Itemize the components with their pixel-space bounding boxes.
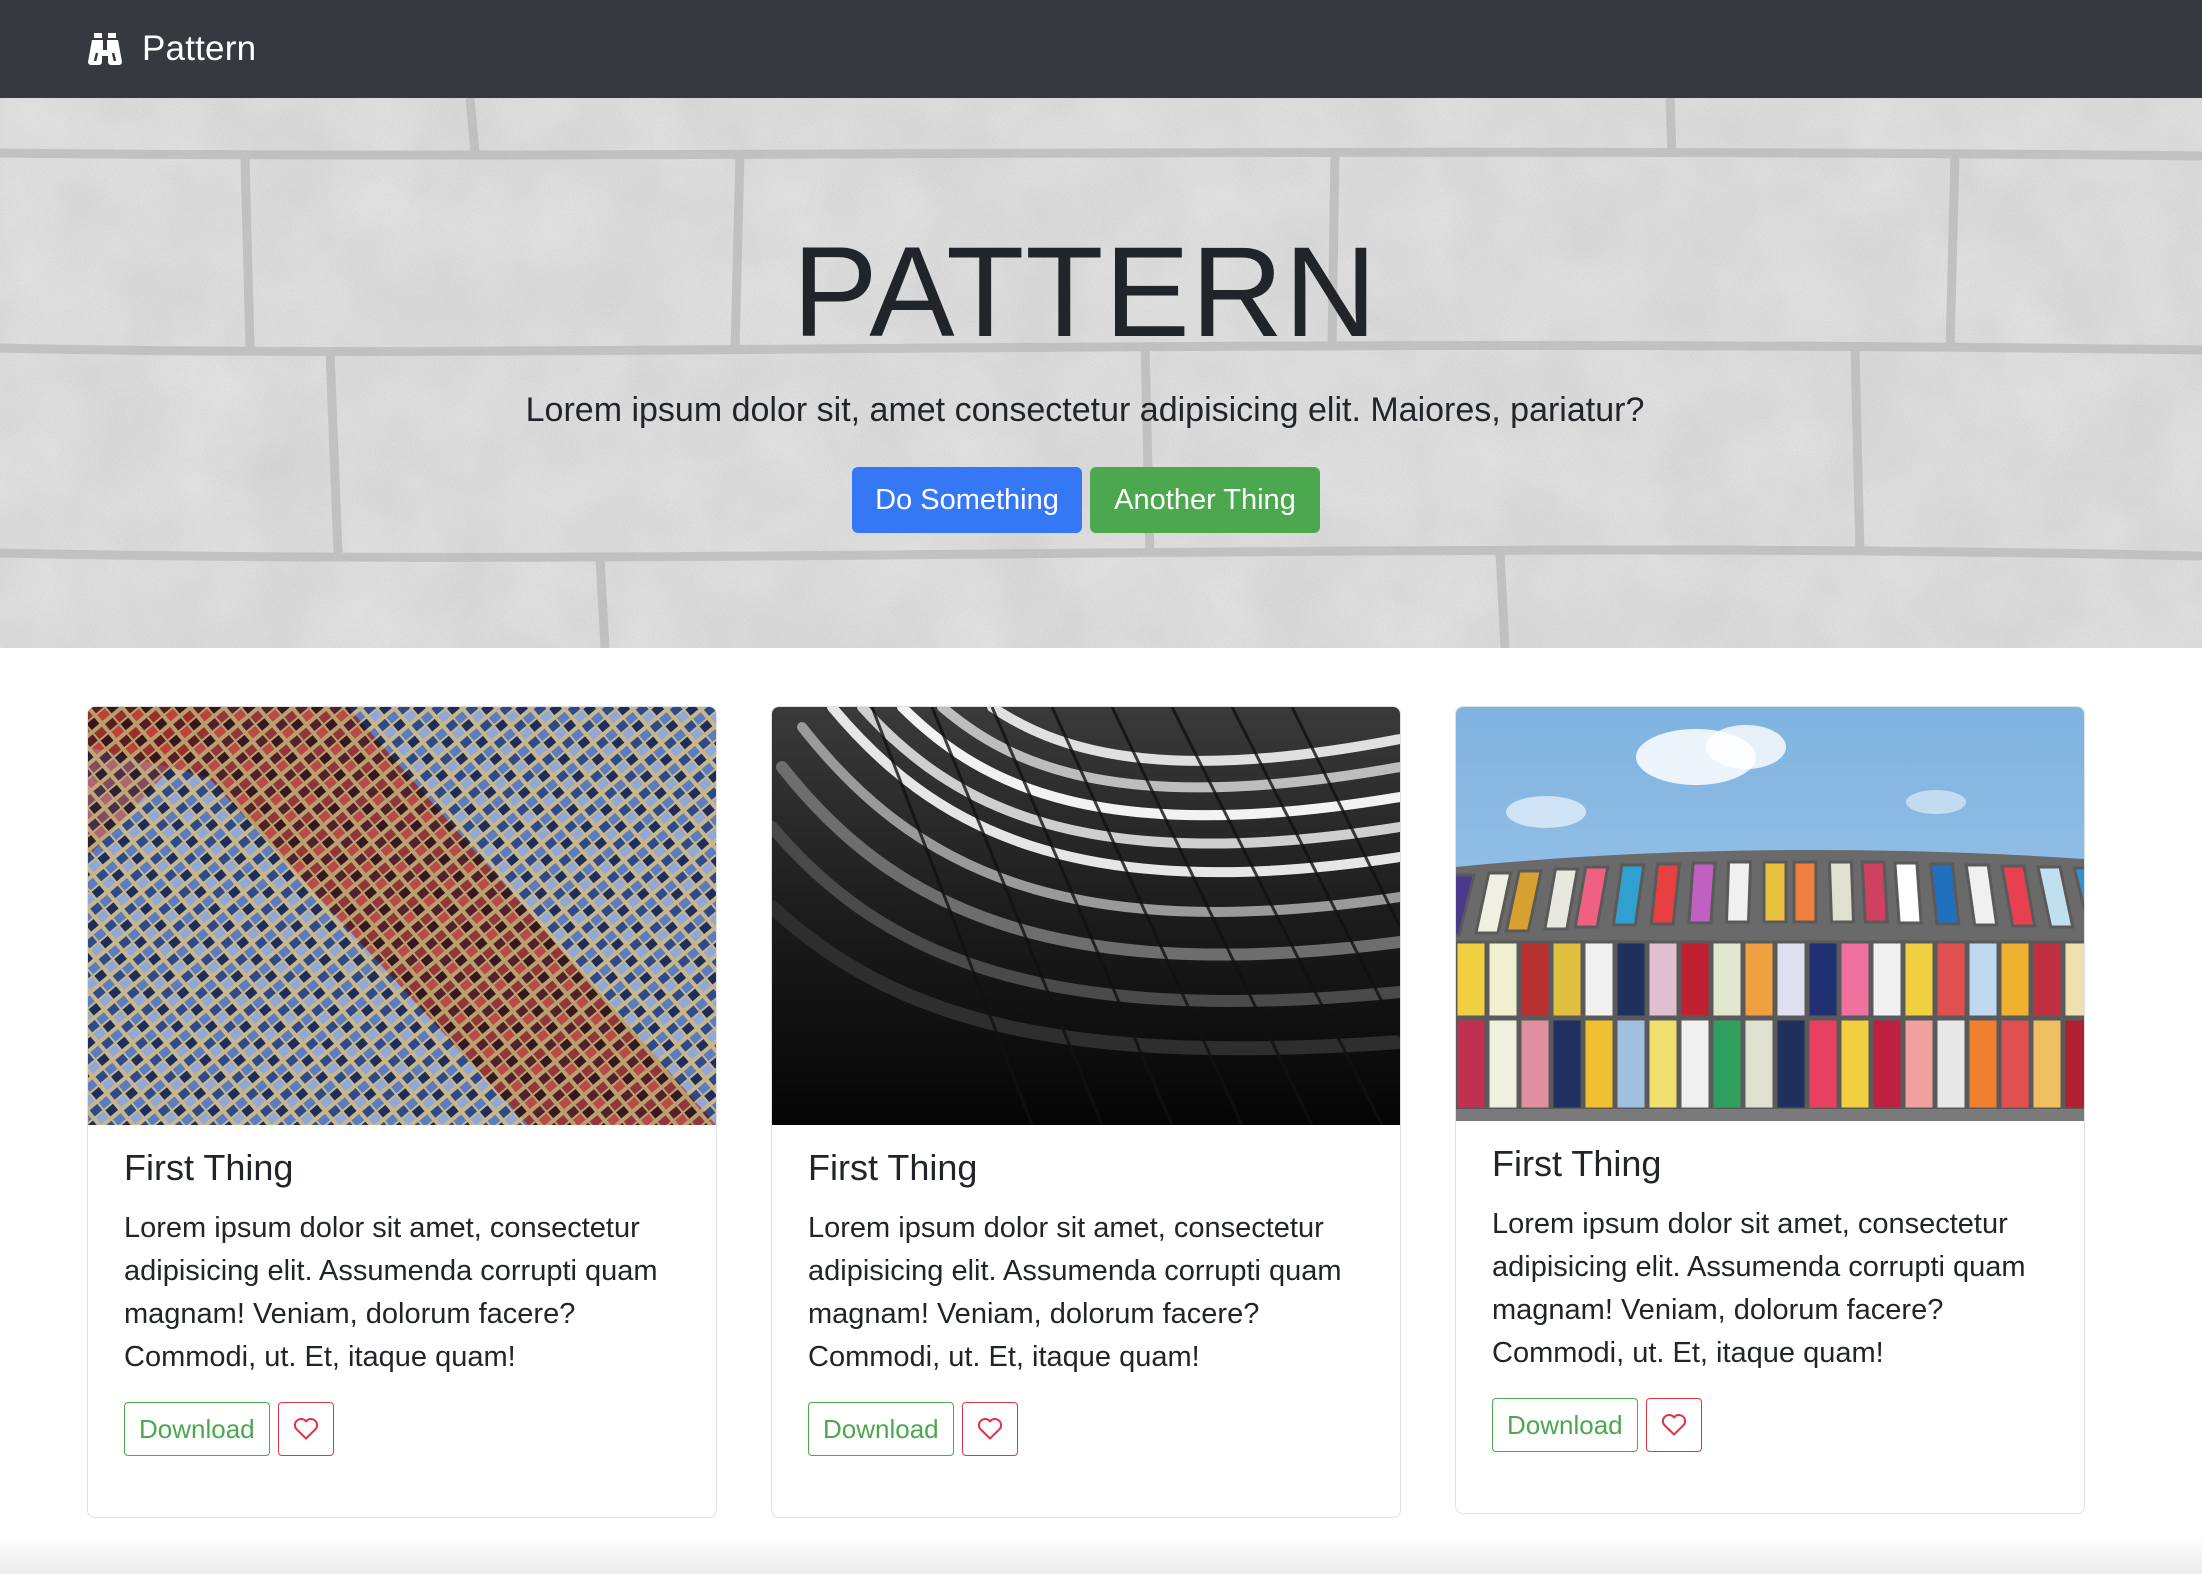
heart-icon	[977, 1417, 1002, 1440]
card-text: Lorem ipsum dolor sit amet, consectetur …	[808, 1212, 1342, 1373]
navbar-brand[interactable]: Pattern	[86, 0, 256, 98]
card-image-curved-architecture	[772, 707, 1400, 1125]
card-body: First Thing Lorem ipsum dolor sit amet, …	[808, 1147, 1368, 1456]
heart-icon	[1661, 1413, 1686, 1436]
heart-icon	[293, 1417, 318, 1440]
download-button[interactable]: Download	[124, 1402, 270, 1456]
card-image-building-facade	[88, 707, 716, 1125]
card-actions: Download	[808, 1402, 1368, 1456]
another-thing-button[interactable]: Another Thing	[1090, 467, 1320, 533]
card-body: First Thing Lorem ipsum dolor sit amet, …	[124, 1147, 684, 1456]
favorite-button[interactable]	[277, 1402, 334, 1456]
binoculars-icon	[88, 33, 122, 65]
card-title: First Thing	[124, 1147, 294, 1188]
hero-section: PATTERN Lorem ipsum dolor sit, amet cons…	[0, 98, 2202, 648]
card-title: First Thing	[1492, 1143, 1662, 1184]
hero-buttons: Do Something Another Thing	[852, 467, 1320, 533]
hero-lead-text: Lorem ipsum dolor sit, amet consectetur …	[525, 391, 1645, 429]
favorite-button[interactable]	[961, 1402, 1018, 1456]
card-text: Lorem ipsum dolor sit amet, consectetur …	[1492, 1208, 2026, 1369]
card-title: First Thing	[808, 1147, 978, 1188]
card-actions: Download	[124, 1402, 684, 1456]
card-1: First Thing Lorem ipsum dolor sit amet, …	[87, 706, 717, 1518]
card-body: First Thing Lorem ipsum dolor sit amet, …	[1492, 1143, 2052, 1452]
hero-content: PATTERN Lorem ipsum dolor sit, amet cons…	[0, 98, 2202, 648]
favorite-button[interactable]	[1645, 1398, 1702, 1452]
page-bottom-shadow	[0, 1536, 2202, 1574]
card-2: First Thing Lorem ipsum dolor sit amet, …	[771, 706, 1401, 1518]
card-3: First Thing Lorem ipsum dolor sit amet, …	[1455, 706, 2085, 1514]
navbar: Pattern	[0, 0, 2202, 98]
card-text: Lorem ipsum dolor sit amet, consectetur …	[124, 1212, 658, 1373]
hero-title: PATTERN	[792, 221, 1378, 364]
brand-name: Pattern	[142, 29, 257, 68]
download-button[interactable]: Download	[808, 1402, 954, 1456]
download-button[interactable]: Download	[1492, 1398, 1638, 1452]
card-actions: Download	[1492, 1398, 2052, 1452]
card-image-colorful-panels	[1456, 707, 2084, 1121]
do-something-button[interactable]: Do Something	[852, 467, 1082, 533]
